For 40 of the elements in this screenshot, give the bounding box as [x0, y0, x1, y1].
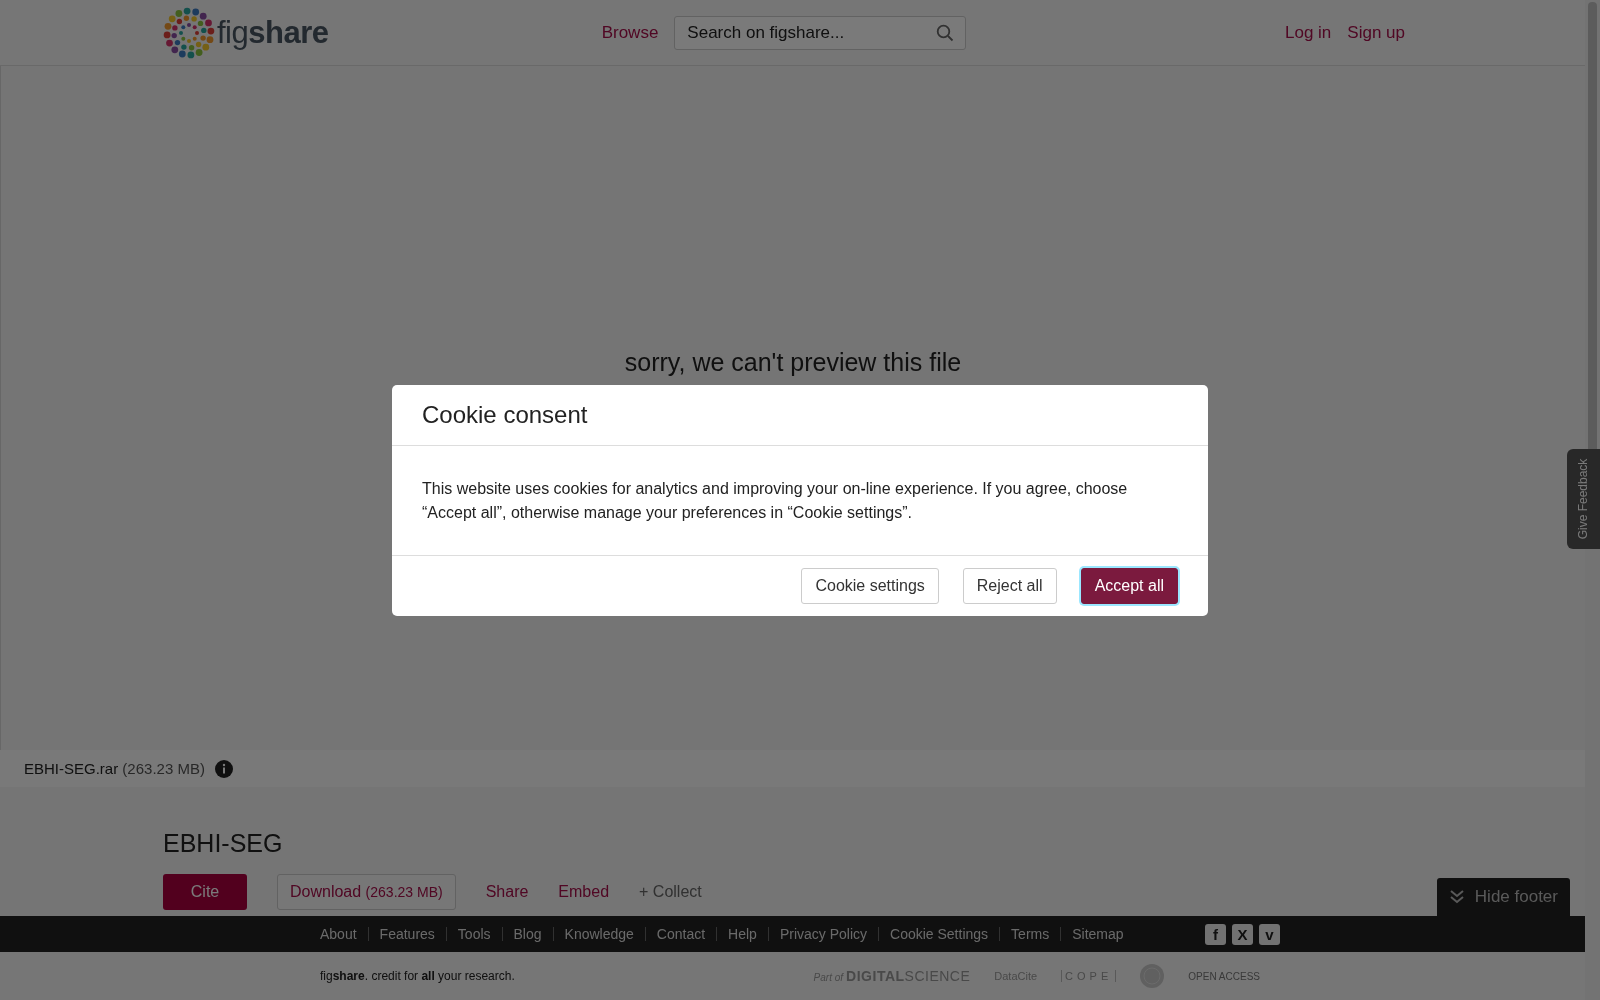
action-link[interactable]: Share — [485, 883, 529, 901]
feedback-tab[interactable]: Give Feedback — [1567, 449, 1600, 549]
footer-link[interactable]: Tools — [445, 927, 502, 941]
footer-link[interactable]: About — [320, 927, 368, 941]
search-field[interactable]: Search on figshare... — [674, 15, 967, 50]
footer-link[interactable]: Sitemap — [1060, 927, 1135, 941]
footer-link[interactable]: Cookie Settings — [878, 927, 1000, 941]
tagline: figshare. credit for all your research. — [320, 969, 515, 983]
collect-link[interactable]: + Collect — [639, 883, 702, 901]
dialog-title: Cookie consent — [422, 401, 588, 429]
file-name: EBHI-SEG.rar (263.23 MB) — [24, 760, 205, 777]
auth-link[interactable]: Log in — [1285, 22, 1332, 43]
footer-link[interactable]: Privacy Policy — [767, 927, 879, 941]
preview-message: sorry, we can't preview this file — [623, 347, 963, 377]
dialog-message: This website uses cookies for analytics and improving your on-line experience. If you agree, choose “Accept all”, otherwise manage your preferences in “Cookie settings”. — [422, 479, 1129, 523]
social-icon[interactable]: v — [1259, 923, 1280, 945]
cookie-button[interactable]: Cookie settings — [801, 568, 939, 604]
browse-link[interactable]: Browse — [601, 22, 659, 43]
footer-link[interactable]: Blog — [501, 927, 553, 941]
partner-logo[interactable]: OPEN ACCESS — [1188, 970, 1260, 982]
cookie-button[interactable]: Reject all — [962, 568, 1057, 604]
figshare-logo[interactable]: figshare — [217, 14, 329, 51]
info-icon[interactable] — [214, 759, 233, 778]
footer-link[interactable]: Knowledge — [552, 927, 645, 941]
action-link[interactable]: Embed — [558, 883, 610, 901]
hide-footer-button[interactable]: Hide footer — [1436, 878, 1570, 916]
search-icon[interactable] — [936, 23, 955, 42]
social-icon[interactable]: f — [1205, 923, 1226, 945]
footer-link[interactable]: Features — [367, 927, 446, 941]
download-button[interactable]: Download (263.23 MB) — [277, 874, 456, 910]
footer-link[interactable]: Contact — [644, 927, 717, 941]
footer-link[interactable]: Terms — [999, 927, 1061, 941]
social-icon[interactable]: X — [1232, 923, 1253, 945]
logo-icon[interactable] — [163, 6, 215, 59]
item-title: EBHI-SEG — [163, 829, 284, 858]
cite-button[interactable]: Cite — [163, 874, 247, 910]
cookie-button[interactable]: Accept all — [1080, 568, 1178, 604]
auth-link[interactable]: Sign up — [1347, 22, 1405, 43]
chevrons-down-icon — [1448, 889, 1465, 905]
footer-link[interactable]: Help — [716, 927, 768, 941]
